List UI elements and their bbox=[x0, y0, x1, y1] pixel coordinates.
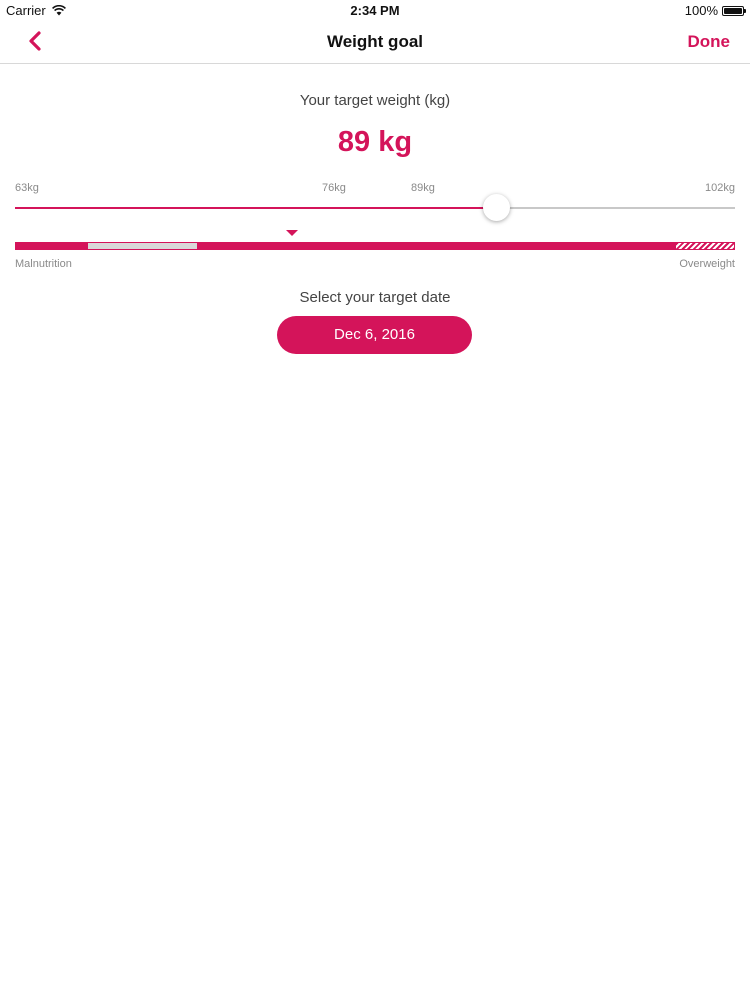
tick-label-current: 89kg bbox=[411, 182, 435, 194]
page-title: Weight goal bbox=[326, 32, 423, 51]
status-time: 2:34 PM bbox=[350, 3, 400, 18]
bmi-scale-bar bbox=[15, 242, 735, 250]
bmi-segment bbox=[15, 242, 88, 250]
nav-bar: Weight goal Done bbox=[0, 22, 750, 64]
tick-label-mid: 76kg bbox=[322, 182, 346, 194]
target-weight-value: 89 kg bbox=[337, 126, 413, 158]
status-bar: Carrier 2:34 PM 100% bbox=[0, 0, 750, 22]
weight-slider-fill bbox=[15, 207, 496, 209]
tick-label-min: 63kg bbox=[15, 182, 39, 194]
target-date-label: Select your target date bbox=[299, 289, 451, 306]
done-button[interactable]: Done bbox=[688, 32, 731, 52]
tick-label-max: 102kg bbox=[705, 182, 735, 194]
target-weight-label: Your target weight (kg) bbox=[299, 92, 451, 109]
weight-goal-screen: Carrier 2:34 PM 100% Weight goal Done Yo… bbox=[0, 0, 750, 1000]
bmi-label-malnutrition: Malnutrition bbox=[15, 258, 72, 270]
bmi-segment bbox=[197, 242, 675, 250]
bmi-segment bbox=[88, 242, 197, 250]
battery-percent: 100% bbox=[684, 3, 718, 18]
bmi-label-overweight: Overweight bbox=[679, 258, 735, 270]
bmi-segment-overweight bbox=[675, 242, 735, 250]
bmi-marker-icon bbox=[286, 230, 298, 236]
status-right: 100% bbox=[684, 3, 746, 18]
weight-slider-thumb[interactable] bbox=[483, 194, 510, 221]
target-date-button[interactable]: Dec 6, 2016 bbox=[277, 316, 472, 354]
battery-icon bbox=[722, 5, 746, 16]
